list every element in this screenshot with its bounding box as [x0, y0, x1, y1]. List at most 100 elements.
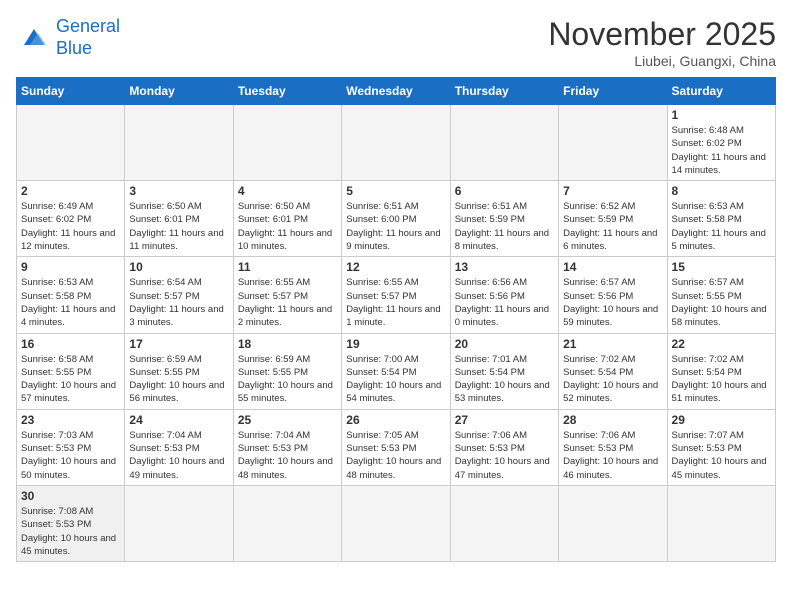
calendar-cell: 2Sunrise: 6:49 AM Sunset: 6:02 PM Daylig…: [17, 181, 125, 257]
calendar-cell: [559, 105, 667, 181]
calendar-week-row: 1 Sunrise: 6:48 AM Sunset: 6:02 PM Daylig…: [17, 105, 776, 181]
calendar-week-row: 9 Sunrise: 6:53 AM Sunset: 5:58 PM Daylig…: [17, 257, 776, 333]
calendar-cell: [233, 485, 341, 561]
calendar-cell: 1 Sunrise: 6:48 AM Sunset: 6:02 PM Daylig…: [667, 105, 775, 181]
day-number: 5: [346, 184, 445, 198]
calendar-cell: [450, 105, 558, 181]
day-number: 14: [563, 260, 662, 274]
day-info: Sunrise: 6:56 AM Sunset: 5:56 PM Dayligh…: [455, 276, 554, 329]
day-info: Sunrise: 6:53 AM Sunset: 5:58 PM Dayligh…: [21, 276, 120, 329]
page-header: General Blue November 2025 Liubei, Guang…: [16, 16, 776, 69]
day-info: Sunrise: 7:04 AM Sunset: 5:53 PM Dayligh…: [129, 429, 228, 482]
day-info: Sunrise: 6:50 AM Sunset: 6:01 PM Dayligh…: [238, 200, 337, 253]
day-info: Sunrise: 6:57 AM Sunset: 5:55 PM Dayligh…: [672, 276, 771, 329]
calendar-cell: 13 Sunrise: 6:56 AM Sunset: 5:56 PM Dayli…: [450, 257, 558, 333]
day-number: 25: [238, 413, 337, 427]
calendar-day-header-thursday: Thursday: [450, 78, 558, 105]
calendar-cell: 3Sunrise: 6:50 AM Sunset: 6:01 PM Daylig…: [125, 181, 233, 257]
day-info: Sunrise: 6:55 AM Sunset: 5:57 PM Dayligh…: [346, 276, 445, 329]
calendar-table: SundayMondayTuesdayWednesdayThursdayFrid…: [16, 77, 776, 562]
calendar-cell: 11 Sunrise: 6:55 AM Sunset: 5:57 PM Dayli…: [233, 257, 341, 333]
day-info: Sunrise: 6:55 AM Sunset: 5:57 PM Dayligh…: [238, 276, 337, 329]
location: Liubei, Guangxi, China: [548, 53, 776, 69]
day-info: Sunrise: 7:00 AM Sunset: 5:54 PM Dayligh…: [346, 353, 445, 406]
day-number: 17: [129, 337, 228, 351]
calendar-cell: 25Sunrise: 7:04 AM Sunset: 5:53 PM Dayli…: [233, 409, 341, 485]
title-block: November 2025 Liubei, Guangxi, China: [548, 16, 776, 69]
calendar-cell: 28 Sunrise: 7:06 AM Sunset: 5:53 PM Dayli…: [559, 409, 667, 485]
calendar-cell: 5Sunrise: 6:51 AM Sunset: 6:00 PM Daylig…: [342, 181, 450, 257]
calendar-cell: 23Sunrise: 7:03 AM Sunset: 5:53 PM Dayli…: [17, 409, 125, 485]
day-info: Sunrise: 7:02 AM Sunset: 5:54 PM Dayligh…: [672, 353, 771, 406]
day-info: Sunrise: 7:05 AM Sunset: 5:53 PM Dayligh…: [346, 429, 445, 482]
calendar-cell: 22 Sunrise: 7:02 AM Sunset: 5:54 PM Dayli…: [667, 333, 775, 409]
day-info: Sunrise: 6:59 AM Sunset: 5:55 PM Dayligh…: [238, 353, 337, 406]
day-number: 22: [672, 337, 771, 351]
day-info: Sunrise: 6:59 AM Sunset: 5:55 PM Dayligh…: [129, 353, 228, 406]
day-info: Sunrise: 6:48 AM Sunset: 6:02 PM Dayligh…: [672, 124, 771, 177]
day-info: Sunrise: 7:07 AM Sunset: 5:53 PM Dayligh…: [672, 429, 771, 482]
calendar-cell: 19Sunrise: 7:00 AM Sunset: 5:54 PM Dayli…: [342, 333, 450, 409]
day-info: Sunrise: 7:03 AM Sunset: 5:53 PM Dayligh…: [21, 429, 120, 482]
day-number: 10: [129, 260, 228, 274]
day-number: 4: [238, 184, 337, 198]
logo: General Blue: [16, 16, 120, 59]
calendar-cell: [125, 485, 233, 561]
day-number: 13: [455, 260, 554, 274]
day-number: 27: [455, 413, 554, 427]
calendar-cell: 26 Sunrise: 7:05 AM Sunset: 5:53 PM Dayli…: [342, 409, 450, 485]
calendar-cell: 30 Sunrise: 7:08 AM Sunset: 5:53 PM Dayli…: [17, 485, 125, 561]
logo-text: General Blue: [56, 16, 120, 59]
day-number: 18: [238, 337, 337, 351]
day-number: 1: [672, 108, 771, 122]
calendar-week-row: 23Sunrise: 7:03 AM Sunset: 5:53 PM Dayli…: [17, 409, 776, 485]
calendar-day-header-wednesday: Wednesday: [342, 78, 450, 105]
day-info: Sunrise: 6:51 AM Sunset: 5:59 PM Dayligh…: [455, 200, 554, 253]
day-info: Sunrise: 7:06 AM Sunset: 5:53 PM Dayligh…: [563, 429, 662, 482]
calendar-cell: [342, 105, 450, 181]
calendar-cell: 10Sunrise: 6:54 AM Sunset: 5:57 PM Dayli…: [125, 257, 233, 333]
day-info: Sunrise: 6:52 AM Sunset: 5:59 PM Dayligh…: [563, 200, 662, 253]
day-info: Sunrise: 7:01 AM Sunset: 5:54 PM Dayligh…: [455, 353, 554, 406]
calendar-cell: [559, 485, 667, 561]
day-number: 20: [455, 337, 554, 351]
calendar-cell: 21 Sunrise: 7:02 AM Sunset: 5:54 PM Dayli…: [559, 333, 667, 409]
calendar-cell: 15Sunrise: 6:57 AM Sunset: 5:55 PM Dayli…: [667, 257, 775, 333]
calendar-header-row: SundayMondayTuesdayWednesdayThursdayFrid…: [17, 78, 776, 105]
calendar-cell: 27Sunrise: 7:06 AM Sunset: 5:53 PM Dayli…: [450, 409, 558, 485]
day-number: 26: [346, 413, 445, 427]
calendar-cell: 20 Sunrise: 7:01 AM Sunset: 5:54 PM Dayli…: [450, 333, 558, 409]
day-number: 3: [129, 184, 228, 198]
day-number: 7: [563, 184, 662, 198]
calendar-cell: 29Sunrise: 7:07 AM Sunset: 5:53 PM Dayli…: [667, 409, 775, 485]
day-number: 11: [238, 260, 337, 274]
calendar-week-row: 2Sunrise: 6:49 AM Sunset: 6:02 PM Daylig…: [17, 181, 776, 257]
calendar-cell: 4 Sunrise: 6:50 AM Sunset: 6:01 PM Daylig…: [233, 181, 341, 257]
day-info: Sunrise: 6:58 AM Sunset: 5:55 PM Dayligh…: [21, 353, 120, 406]
day-number: 21: [563, 337, 662, 351]
day-number: 28: [563, 413, 662, 427]
month-title: November 2025: [548, 16, 776, 53]
day-number: 12: [346, 260, 445, 274]
day-number: 8: [672, 184, 771, 198]
day-info: Sunrise: 7:02 AM Sunset: 5:54 PM Dayligh…: [563, 353, 662, 406]
day-number: 24: [129, 413, 228, 427]
calendar-day-header-tuesday: Tuesday: [233, 78, 341, 105]
day-info: Sunrise: 7:08 AM Sunset: 5:53 PM Dayligh…: [21, 505, 120, 558]
day-number: 30: [21, 489, 120, 503]
calendar-day-header-saturday: Saturday: [667, 78, 775, 105]
calendar-cell: 9 Sunrise: 6:53 AM Sunset: 5:58 PM Daylig…: [17, 257, 125, 333]
day-number: 16: [21, 337, 120, 351]
calendar-day-header-monday: Monday: [125, 78, 233, 105]
calendar-cell: 7 Sunrise: 6:52 AM Sunset: 5:59 PM Daylig…: [559, 181, 667, 257]
day-info: Sunrise: 6:53 AM Sunset: 5:58 PM Dayligh…: [672, 200, 771, 253]
calendar-cell: 16 Sunrise: 6:58 AM Sunset: 5:55 PM Dayli…: [17, 333, 125, 409]
calendar-cell: 18 Sunrise: 6:59 AM Sunset: 5:55 PM Dayli…: [233, 333, 341, 409]
calendar-cell: [342, 485, 450, 561]
day-info: Sunrise: 6:57 AM Sunset: 5:56 PM Dayligh…: [563, 276, 662, 329]
calendar-cell: [450, 485, 558, 561]
calendar-week-row: 16 Sunrise: 6:58 AM Sunset: 5:55 PM Dayli…: [17, 333, 776, 409]
day-number: 9: [21, 260, 120, 274]
calendar-day-header-friday: Friday: [559, 78, 667, 105]
logo-icon: [16, 23, 52, 53]
